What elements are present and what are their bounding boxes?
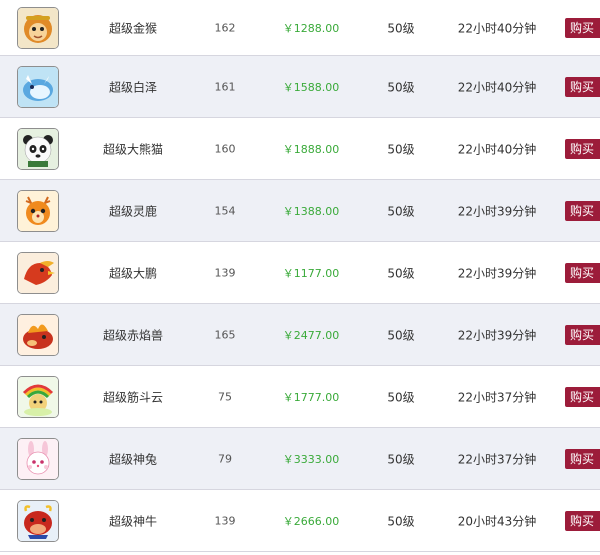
pet-number: 79 — [218, 452, 232, 465]
pet-name: 超级赤焰兽 — [102, 328, 164, 342]
time-remaining: 22小时40分钟 — [457, 142, 537, 156]
table-row: 超级金猴 162 ￥1288.00 50级 22小时40分钟 购买 — [0, 0, 600, 56]
price: ￥2477.00 — [282, 328, 340, 342]
pet-number: 160 — [214, 142, 236, 155]
buy-button[interactable]: 购买 — [565, 138, 600, 159]
price: ￥2666.00 — [282, 514, 340, 528]
time-remaining: 20小时43分钟 — [457, 514, 537, 528]
panda-pet-icon[interactable] — [17, 127, 59, 170]
pet-name: 超级神兔 — [108, 452, 158, 466]
pet-name: 超级神牛 — [108, 514, 158, 528]
cloud-pet-icon[interactable] — [17, 375, 59, 418]
flame-beast-pet-icon[interactable] — [17, 313, 59, 356]
price: ￥1177.00 — [282, 266, 340, 280]
pet-listing-table: 超级金猴 162 ￥1288.00 50级 22小时40分钟 购买 超级白泽 1… — [0, 0, 600, 552]
buy-button[interactable]: 购买 — [565, 200, 600, 221]
required-level: 50级 — [387, 328, 415, 342]
time-remaining: 22小时39分钟 — [457, 266, 537, 280]
time-remaining: 22小时40分钟 — [457, 21, 537, 35]
time-remaining: 22小时40分钟 — [457, 80, 537, 94]
pet-name: 超级金猴 — [108, 21, 158, 35]
required-level: 50级 — [387, 452, 415, 466]
table-row: 超级神兔 79 ￥3333.00 50级 22小时37分钟 购买 — [0, 428, 600, 490]
pet-name: 超级大鹏 — [108, 266, 158, 280]
buy-button[interactable]: 购买 — [565, 262, 600, 283]
price: ￥3333.00 — [282, 452, 340, 466]
pet-name: 超级灵鹿 — [108, 204, 158, 218]
pet-name: 超级筋斗云 — [102, 390, 164, 404]
pet-number: 161 — [214, 80, 236, 93]
required-level: 50级 — [387, 204, 415, 218]
table-row: 超级神牛 139 ￥2666.00 50级 20小时43分钟 购买 — [0, 490, 600, 552]
required-level: 50级 — [387, 21, 415, 35]
buy-button[interactable]: 购买 — [565, 76, 600, 97]
time-remaining: 22小时37分钟 — [457, 390, 537, 404]
time-remaining: 22小时39分钟 — [457, 204, 537, 218]
price: ￥1388.00 — [282, 204, 340, 218]
required-level: 50级 — [387, 142, 415, 156]
required-level: 50级 — [387, 80, 415, 94]
deer-pet-icon[interactable] — [17, 189, 59, 232]
buy-button[interactable]: 购买 — [565, 386, 600, 407]
price: ￥1777.00 — [282, 390, 340, 404]
table-row: 超级筋斗云 75 ￥1777.00 50级 22小时37分钟 购买 — [0, 366, 600, 428]
pet-number: 139 — [214, 514, 236, 527]
rabbit-pet-icon[interactable] — [17, 437, 59, 480]
price: ￥1588.00 — [282, 80, 340, 94]
price: ￥1888.00 — [282, 142, 340, 156]
golden-monkey-pet-icon[interactable] — [17, 6, 59, 49]
pet-name: 超级大熊猫 — [102, 142, 164, 156]
pet-number: 165 — [214, 328, 236, 341]
pet-number: 162 — [214, 21, 236, 34]
pet-number: 75 — [218, 390, 232, 403]
table-row: 超级大熊猫 160 ￥1888.00 50级 22小时40分钟 购买 — [0, 118, 600, 180]
table-row: 超级白泽 161 ￥1588.00 50级 22小时40分钟 购买 — [0, 56, 600, 118]
buy-button[interactable]: 购买 — [565, 324, 600, 345]
pet-number: 154 — [214, 204, 236, 217]
buy-button[interactable]: 购买 — [565, 448, 600, 469]
buy-button[interactable]: 购买 — [565, 510, 600, 531]
required-level: 50级 — [387, 514, 415, 528]
roc-bird-pet-icon[interactable] — [17, 251, 59, 294]
table-row: 超级灵鹿 154 ￥1388.00 50级 22小时39分钟 购买 — [0, 180, 600, 242]
required-level: 50级 — [387, 266, 415, 280]
time-remaining: 22小时39分钟 — [457, 328, 537, 342]
required-level: 50级 — [387, 390, 415, 404]
buy-button[interactable]: 购买 — [565, 17, 600, 38]
bull-pet-icon[interactable] — [17, 499, 59, 542]
white-beast-pet-icon[interactable] — [17, 65, 59, 108]
table-row: 超级赤焰兽 165 ￥2477.00 50级 22小时39分钟 购买 — [0, 304, 600, 366]
pet-number: 139 — [214, 266, 236, 279]
table-row: 超级大鹏 139 ￥1177.00 50级 22小时39分钟 购买 — [0, 242, 600, 304]
pet-name: 超级白泽 — [108, 80, 158, 94]
time-remaining: 22小时37分钟 — [457, 452, 537, 466]
price: ￥1288.00 — [282, 21, 340, 35]
